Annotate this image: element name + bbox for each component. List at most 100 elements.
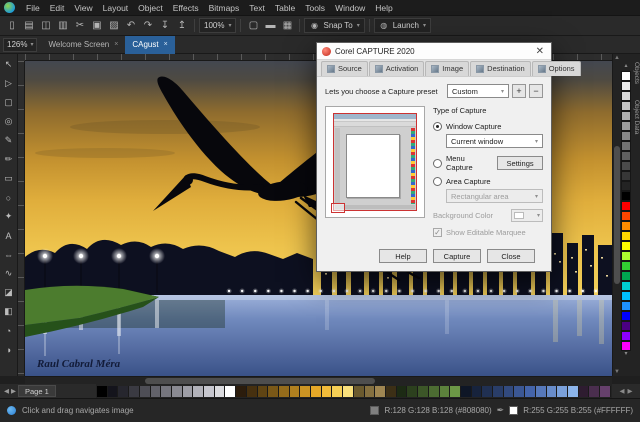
canvas-zoom-field[interactable]: 126% ▾ <box>3 38 37 52</box>
close-icon[interactable]: ✕ <box>534 46 546 57</box>
transparency-tool[interactable]: ◧ <box>1 304 16 319</box>
color-swatch[interactable] <box>621 161 631 171</box>
dialog-tab-options[interactable]: Options <box>532 61 581 76</box>
next-page-icon[interactable]: ▶ <box>11 387 16 395</box>
close-button[interactable]: Close <box>487 249 535 263</box>
text-tool[interactable]: A <box>1 228 16 243</box>
open-icon[interactable]: ▤ <box>21 18 37 34</box>
color-swatch[interactable] <box>621 311 631 321</box>
color-swatch[interactable] <box>621 151 631 161</box>
close-icon[interactable]: × <box>114 41 118 48</box>
color-swatch[interactable] <box>450 386 461 397</box>
area-capture-option[interactable]: Area Capture <box>433 177 543 186</box>
palette-scroll-up-icon[interactable]: ▴ <box>624 63 627 71</box>
grid-icon[interactable]: ▦ <box>279 18 295 34</box>
color-swatch[interactable] <box>97 386 108 397</box>
export-icon[interactable]: ↥ <box>174 18 190 34</box>
color-swatch[interactable] <box>621 121 631 131</box>
dialog-title-bar[interactable]: Corel CAPTURE 2020 ✕ <box>317 43 551 60</box>
freehand-tool[interactable]: ✎ <box>1 133 16 148</box>
color-swatch[interactable] <box>621 171 631 181</box>
color-swatch[interactable] <box>268 386 279 397</box>
color-swatch[interactable] <box>118 386 129 397</box>
remove-preset-button[interactable]: − <box>529 84 543 98</box>
help-button[interactable]: Help <box>379 249 427 263</box>
color-swatch[interactable] <box>621 141 631 151</box>
snap-to-dropdown[interactable]: ◉ Snap To ▾ <box>304 18 364 33</box>
tab-active-document[interactable]: CAgust × <box>125 36 174 54</box>
color-swatch[interactable] <box>161 386 172 397</box>
color-swatch[interactable] <box>621 71 631 81</box>
color-swatch[interactable] <box>621 111 631 121</box>
menu-bitmaps[interactable]: Bitmaps <box>204 3 245 13</box>
pick-tool[interactable]: ↖ <box>1 57 16 72</box>
menu-view[interactable]: View <box>69 3 97 13</box>
color-swatch[interactable] <box>343 386 354 397</box>
save-icon[interactable]: ◫ <box>38 18 54 34</box>
color-swatch[interactable] <box>536 386 547 397</box>
color-swatch[interactable] <box>365 386 376 397</box>
color-swatch[interactable] <box>621 101 631 111</box>
capture-button[interactable]: Capture <box>433 249 481 263</box>
color-swatch[interactable] <box>621 221 631 231</box>
undo-icon[interactable]: ↶ <box>123 18 139 34</box>
cut-icon[interactable]: ✂ <box>72 18 88 34</box>
menu-window[interactable]: Window <box>330 3 370 13</box>
color-swatch[interactable] <box>440 386 451 397</box>
color-swatch[interactable] <box>322 386 333 397</box>
color-swatch[interactable] <box>225 386 236 397</box>
menu-object[interactable]: Object <box>133 3 168 13</box>
color-swatch[interactable] <box>621 231 631 241</box>
color-swatch[interactable] <box>621 91 631 101</box>
color-swatch[interactable] <box>429 386 440 397</box>
color-swatch[interactable] <box>621 261 631 271</box>
color-swatch[interactable] <box>514 386 525 397</box>
new-document-icon[interactable]: ▯ <box>4 18 20 34</box>
color-swatch[interactable] <box>621 271 631 281</box>
rectangle-tool[interactable]: ▭ <box>1 171 16 186</box>
previous-page-icon[interactable]: ◀ <box>4 387 9 395</box>
shape-tool[interactable]: ▷ <box>1 76 16 91</box>
color-swatch[interactable] <box>504 386 515 397</box>
color-swatch[interactable] <box>621 181 631 191</box>
docker-tab-object-data[interactable]: Object Data <box>632 92 640 142</box>
polygon-tool[interactable]: ✦ <box>1 209 16 224</box>
color-swatch[interactable] <box>300 386 311 397</box>
color-swatch[interactable] <box>215 386 226 397</box>
area-capture-radio[interactable] <box>433 177 442 186</box>
color-swatch[interactable] <box>311 386 322 397</box>
color-swatch[interactable] <box>482 386 493 397</box>
color-swatch[interactable] <box>236 386 247 397</box>
menu-layout[interactable]: Layout <box>98 3 134 13</box>
color-swatch[interactable] <box>129 386 140 397</box>
fullscreen-preview-icon[interactable]: ▢ <box>245 18 261 34</box>
color-swatch[interactable] <box>472 386 483 397</box>
color-swatch[interactable] <box>290 386 301 397</box>
connector-tool[interactable]: ∿ <box>1 266 16 281</box>
dialog-tab-activation[interactable]: Activation <box>369 61 425 76</box>
color-swatch[interactable] <box>354 386 365 397</box>
print-icon[interactable]: ▥ <box>55 18 71 34</box>
palette-right-icon[interactable]: ▶ <box>628 387 633 395</box>
color-swatch[interactable] <box>493 386 504 397</box>
color-swatch[interactable] <box>621 291 631 301</box>
horizontal-scrollbar[interactable] <box>25 376 612 384</box>
color-swatch[interactable] <box>193 386 204 397</box>
color-swatch[interactable] <box>108 386 119 397</box>
tab-welcome-screen[interactable]: Welcome Screen × <box>41 36 125 54</box>
dialog-tab-source[interactable]: Source <box>321 61 368 76</box>
preset-dropdown[interactable]: Custom ▾ <box>447 84 509 98</box>
menu-table[interactable]: Table <box>270 3 300 13</box>
paste-icon[interactable]: ▨ <box>106 18 122 34</box>
interactive-fill-tool[interactable]: ◑ <box>1 342 16 357</box>
dialog-tab-image[interactable]: Image <box>425 61 469 76</box>
ellipse-tool[interactable]: ○ <box>1 190 16 205</box>
color-swatch[interactable] <box>568 386 579 397</box>
parallel-dimension-tool[interactable]: ⇔ <box>1 247 16 262</box>
color-swatch[interactable] <box>621 321 631 331</box>
color-swatch[interactable] <box>600 386 611 397</box>
color-swatch[interactable] <box>621 341 631 351</box>
color-swatch[interactable] <box>621 241 631 251</box>
color-swatch[interactable] <box>418 386 429 397</box>
crop-tool[interactable]: ▢ <box>1 95 16 110</box>
